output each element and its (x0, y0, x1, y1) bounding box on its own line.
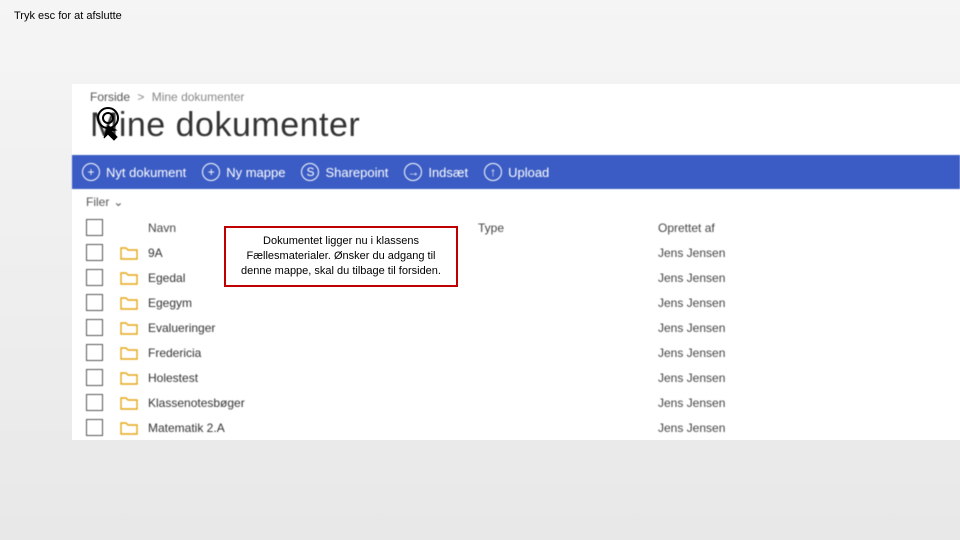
table-row[interactable]: Evalueringer Jens Jensen (72, 315, 960, 340)
row-checkbox[interactable] (86, 269, 103, 286)
insert-button[interactable]: → Indsæt (404, 163, 468, 181)
sharepoint-icon: S (301, 163, 319, 181)
esc-hint: Tryk esc for at afslutte (14, 10, 122, 22)
row-created: Jens Jensen (658, 396, 946, 410)
folder-icon (120, 420, 148, 435)
row-name: Fredericia (148, 346, 478, 360)
row-created: Jens Jensen (658, 321, 946, 335)
filter-label: Filer (86, 195, 109, 209)
breadcrumb: Forside > Mine dokumenter (90, 90, 942, 104)
folder-icon (120, 370, 148, 385)
breadcrumb-home[interactable]: Forside (90, 90, 130, 104)
breadcrumb-current: Mine dokumenter (152, 90, 245, 104)
row-created: Jens Jensen (658, 371, 946, 385)
row-checkbox[interactable] (86, 369, 103, 386)
action-bar: + Nyt dokument + Ny mappe S Sharepoint →… (72, 155, 960, 189)
row-name: Egegym (148, 296, 478, 310)
breadcrumb-sep: > (133, 90, 148, 104)
app-window: Forside > Mine dokumenter Mine dokumente… (72, 84, 960, 440)
chevron-down-icon: ⌄ (113, 195, 123, 209)
action-label: Ny mappe (226, 165, 285, 180)
row-created: Jens Jensen (658, 271, 946, 285)
row-name: Holestest (148, 371, 478, 385)
folder-icon (120, 270, 148, 285)
table-row[interactable]: Egegym Jens Jensen (72, 290, 960, 315)
new-document-button[interactable]: + Nyt dokument (82, 163, 186, 181)
action-label: Nyt dokument (106, 165, 186, 180)
folder-icon (120, 245, 148, 260)
header: Forside > Mine dokumenter Mine dokumente… (72, 84, 960, 155)
row-created: Jens Jensen (658, 246, 946, 260)
col-type[interactable]: Type (478, 221, 658, 235)
folder-icon (120, 295, 148, 310)
row-checkbox[interactable] (86, 344, 103, 361)
folder-icon (120, 320, 148, 335)
plus-icon: + (82, 163, 100, 181)
plus-icon: + (202, 163, 220, 181)
upload-button[interactable]: ↑ Upload (484, 163, 549, 181)
row-created: Jens Jensen (658, 421, 946, 435)
row-name: Klassenotesbøger (148, 396, 478, 410)
row-name: Evalueringer (148, 321, 478, 335)
table-row[interactable]: Fredericia Jens Jensen (72, 340, 960, 365)
row-checkbox[interactable] (86, 294, 103, 311)
callout-note: Dokumentet ligger nu i klassens Fællesma… (224, 226, 458, 287)
table-row[interactable]: Matematik 2.A Jens Jensen (72, 415, 960, 440)
page-title: Mine dokumenter (90, 106, 942, 145)
row-created: Jens Jensen (658, 346, 946, 360)
folder-icon (120, 345, 148, 360)
table-row[interactable]: 9AJens Jensen (72, 240, 960, 265)
row-checkbox[interactable] (86, 244, 103, 261)
action-label: Indsæt (428, 165, 468, 180)
row-checkbox[interactable] (86, 394, 103, 411)
folder-icon (120, 395, 148, 410)
arrow-up-icon: ↑ (484, 163, 502, 181)
select-all-checkbox[interactable] (86, 219, 103, 236)
table-row[interactable]: Holestest Jens Jensen (72, 365, 960, 390)
col-created[interactable]: Oprettet af (658, 221, 946, 235)
action-label: Sharepoint (325, 165, 388, 180)
table-row[interactable]: Klassenotesbøger Jens Jensen (72, 390, 960, 415)
filter-dropdown[interactable]: Filer ⌄ (72, 189, 960, 215)
new-folder-button[interactable]: + Ny mappe (202, 163, 285, 181)
table-row[interactable]: EgedalJens Jensen (72, 265, 960, 290)
arrow-right-icon: → (404, 163, 422, 181)
sharepoint-button[interactable]: S Sharepoint (301, 163, 388, 181)
row-checkbox[interactable] (86, 319, 103, 336)
action-label: Upload (508, 165, 549, 180)
row-created: Jens Jensen (658, 296, 946, 310)
row-name: Matematik 2.A (148, 421, 478, 435)
row-checkbox[interactable] (86, 419, 103, 436)
table-body: 9AJens JensenEgedalJens Jensen Egegym Jens… (72, 240, 960, 440)
table-header: Navn Type Oprettet af (72, 215, 960, 240)
